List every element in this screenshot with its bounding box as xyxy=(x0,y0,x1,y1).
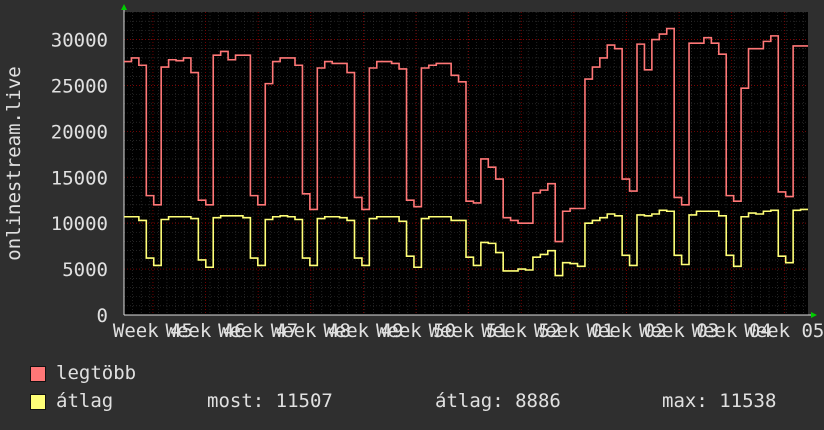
y-tick-label: 10000 xyxy=(51,213,108,235)
y-axis-arrow xyxy=(121,4,127,10)
x-tick-label: Week 05 xyxy=(744,320,824,342)
stat-average: átlag: 8886 xyxy=(435,390,561,412)
legend-label-average: átlag xyxy=(56,390,114,412)
y-tick-label: 15000 xyxy=(51,167,108,189)
legend-swatch-average xyxy=(30,393,46,410)
legend-swatch-max xyxy=(30,365,46,382)
y-tick-label: 30000 xyxy=(51,30,108,52)
line-chart: 050001000015000200002500030000Week 45Wee… xyxy=(3,4,824,342)
stat-current: most: 11507 xyxy=(207,390,333,412)
legend-item-max: legtöbb xyxy=(30,362,136,384)
legend-label-max: legtöbb xyxy=(56,362,137,384)
y-tick-label: 25000 xyxy=(51,75,108,97)
x-axis-arrow xyxy=(811,312,817,318)
y-axis-label: onlinestream.live xyxy=(3,66,25,260)
y-tick-label: 5000 xyxy=(62,259,108,281)
legend-item-average: átlag xyxy=(30,390,113,412)
y-tick-label: 20000 xyxy=(51,121,108,143)
y-tick-label: 0 xyxy=(97,305,108,327)
stat-max: max: 11538 xyxy=(662,390,777,412)
